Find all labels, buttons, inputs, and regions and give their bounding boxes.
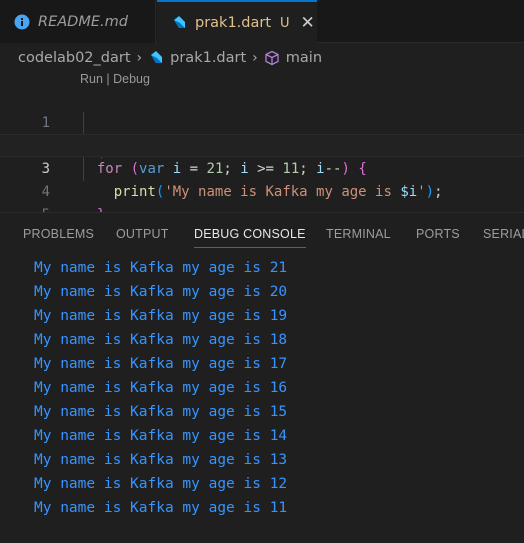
panel-tab-bar: PROBLEMS OUTPUT DEBUG CONSOLE TERMINAL P…	[0, 213, 524, 253]
code-line: 4 }	[0, 158, 524, 223]
tab-terminal[interactable]: TERMINAL	[326, 227, 391, 241]
code-line-current: 3 print('My name is Kafka my age is $i')…	[0, 134, 524, 200]
console-line: My name is Kafka my age is 16	[34, 380, 288, 396]
debug-console-output[interactable]: My name is Kafka my age is 21 My name is…	[34, 256, 287, 520]
code-line: 2 for (var i = 21; i >= 11; i--) {	[0, 112, 524, 177]
tab-label: README.md	[38, 13, 128, 30]
chevron-right-icon: ›	[136, 50, 143, 66]
code-editor[interactable]: Run | Debug 1 void main() { 2 for (var i…	[0, 72, 524, 246]
untracked-badge: U	[280, 15, 290, 31]
breadcrumb-folder[interactable]: codelab02_dart	[18, 50, 131, 66]
tab-readme[interactable]: README.md	[0, 0, 156, 43]
tab-problems[interactable]: PROBLEMS	[23, 227, 94, 241]
dart-icon	[171, 15, 187, 31]
console-line: My name is Kafka my age is 14	[34, 428, 288, 444]
breadcrumb-symbol[interactable]: main	[286, 50, 322, 66]
tab-debug-console[interactable]: DEBUG CONSOLE	[194, 227, 306, 248]
console-line: My name is Kafka my age is 12	[34, 476, 288, 492]
console-line: My name is Kafka my age is 21	[34, 260, 288, 276]
chevron-right-icon: ›	[252, 50, 258, 66]
console-line: My name is Kafka my age is 19	[34, 308, 288, 324]
dart-icon	[148, 50, 164, 66]
console-line: My name is Kafka my age is 15	[34, 404, 288, 420]
info-icon	[14, 14, 30, 30]
breadcrumb: codelab02_dart › prak1.dart › main	[0, 44, 524, 72]
tab-prak1-dart[interactable]: prak1.dart U ✕	[157, 0, 317, 44]
console-line: My name is Kafka my age is 11	[34, 500, 288, 516]
tab-ports[interactable]: PORTS	[416, 227, 460, 241]
tab-output[interactable]: OUTPUT	[116, 227, 169, 241]
editor-tab-bar: README.md prak1.dart U ✕	[0, 0, 524, 44]
code-line: 1 void main() {	[0, 89, 524, 154]
close-icon[interactable]: ✕	[301, 14, 315, 32]
tab-label: prak1.dart	[195, 15, 272, 31]
console-line: My name is Kafka my age is 17	[34, 356, 288, 372]
bottom-panel: PROBLEMS OUTPUT DEBUG CONSOLE TERMINAL P…	[0, 212, 524, 543]
console-line: My name is Kafka my age is 20	[34, 284, 288, 300]
breadcrumb-file[interactable]: prak1.dart	[170, 50, 246, 66]
codelens-run-debug[interactable]: Run | Debug	[80, 72, 150, 86]
method-cube-icon	[264, 50, 280, 66]
console-line: My name is Kafka my age is 13	[34, 452, 288, 468]
tab-serial[interactable]: SERIAL	[483, 227, 524, 241]
console-line: My name is Kafka my age is 18	[34, 332, 288, 348]
code-line: 5 }	[0, 181, 524, 246]
